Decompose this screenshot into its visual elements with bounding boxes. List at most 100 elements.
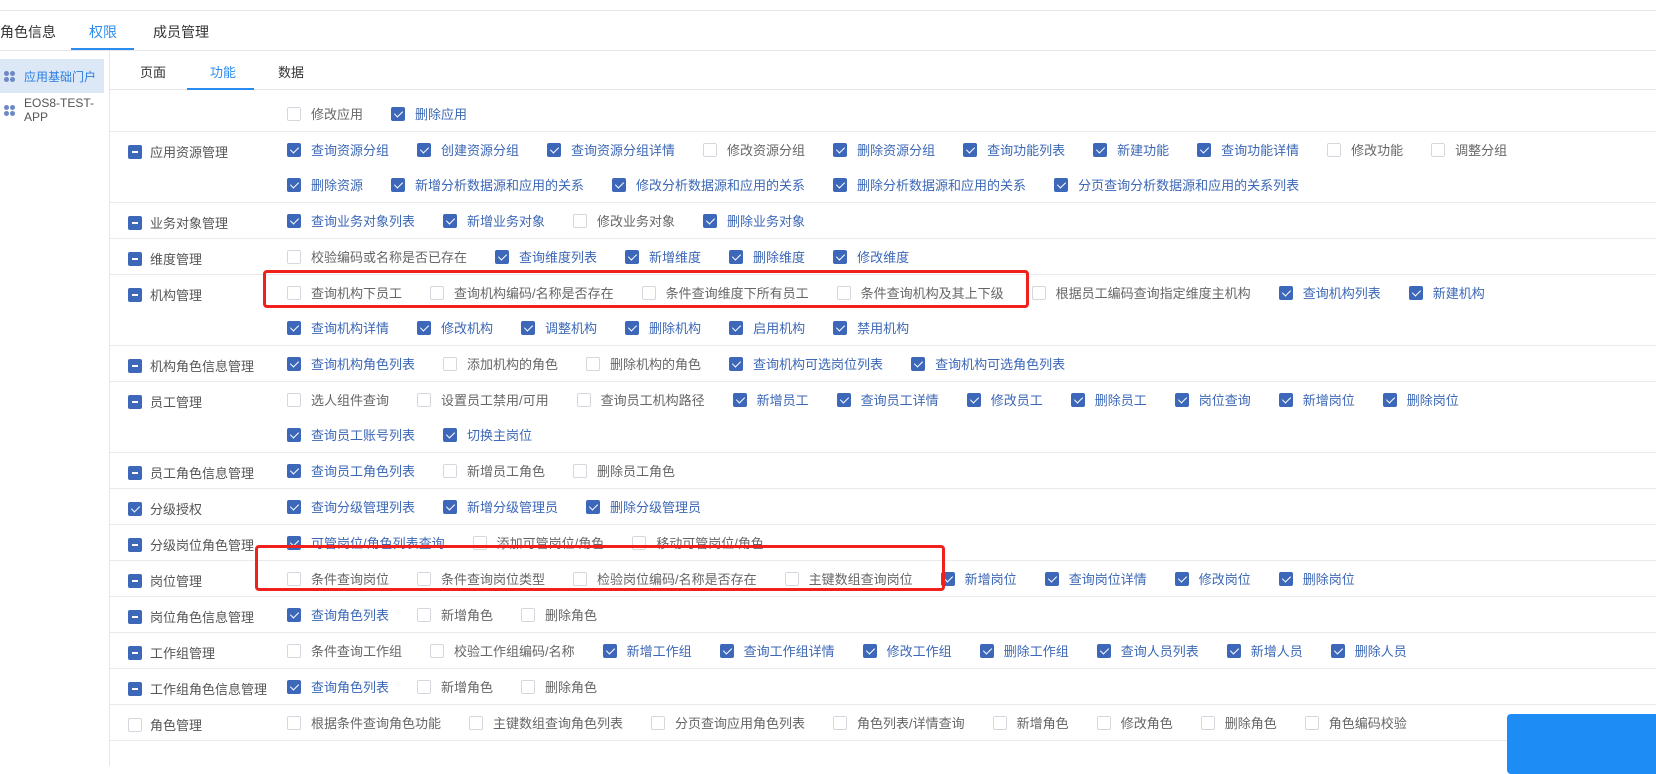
minus-checkbox-icon[interactable]: [128, 537, 142, 552]
checked-checkbox-icon[interactable]: [833, 177, 848, 192]
checked-checkbox-icon[interactable]: [1054, 177, 1069, 192]
empty-checkbox-icon[interactable]: [287, 285, 301, 300]
checked-checkbox-icon[interactable]: [287, 463, 301, 478]
subtab-function[interactable]: 功能: [210, 62, 236, 81]
permission-checkbox[interactable]: 查询角色列表: [287, 677, 389, 696]
permission-checkbox[interactable]: 分页查询分析数据源和应用的关系列表: [1054, 175, 1299, 194]
permission-checkbox[interactable]: 查询维度列表: [495, 247, 597, 266]
permission-checkbox[interactable]: 根据员工编码查询指定维度主机构: [1031, 283, 1251, 302]
permission-checkbox[interactable]: 修改工作组: [862, 641, 952, 660]
checked-checkbox-icon[interactable]: [612, 177, 627, 192]
permission-checkbox[interactable]: 修改分析数据源和应用的关系: [612, 175, 805, 194]
permission-checkbox[interactable]: 删除分级管理员: [586, 497, 701, 516]
checked-checkbox-icon[interactable]: [287, 679, 301, 694]
permission-checkbox[interactable]: 条件查询岗位类型: [417, 569, 545, 588]
minus-checkbox-icon[interactable]: [128, 215, 142, 230]
permission-checkbox[interactable]: 修改机构: [417, 318, 493, 337]
permission-checkbox[interactable]: 查询资源分组详情: [547, 140, 675, 159]
permission-checkbox[interactable]: 查询机构编码/名称是否存在: [430, 283, 614, 302]
empty-checkbox-icon[interactable]: [573, 213, 588, 228]
permission-checkbox[interactable]: 设置员工禁用/可用: [417, 390, 549, 409]
empty-checkbox-icon[interactable]: [576, 392, 591, 407]
permission-checkbox[interactable]: 新增分析数据源和应用的关系: [391, 175, 584, 194]
permission-checkbox[interactable]: 检验岗位编码/名称是否存在: [573, 569, 757, 588]
permission-checkbox[interactable]: 条件查询工作组: [287, 641, 402, 660]
permission-checkbox[interactable]: 主键数组查询岗位: [784, 569, 913, 588]
group-checkbox[interactable]: 应用资源管理: [128, 142, 228, 161]
permission-checkbox[interactable]: 条件查询岗位: [287, 569, 389, 588]
permission-checkbox[interactable]: 可管岗位/角色列表查询: [287, 533, 445, 552]
checked-checkbox-icon[interactable]: [287, 356, 301, 371]
checked-checkbox-icon[interactable]: [1044, 571, 1059, 586]
checked-checkbox-icon[interactable]: [443, 427, 458, 442]
minus-checkbox-icon[interactable]: [128, 287, 142, 302]
permission-checkbox[interactable]: 删除机构: [625, 318, 701, 337]
permission-checkbox[interactable]: 删除业务对象: [703, 211, 805, 230]
permission-checkbox[interactable]: 调整机构: [521, 318, 597, 337]
permission-checkbox[interactable]: 调整分组: [1431, 140, 1507, 159]
permission-checkbox[interactable]: 删除角色: [521, 605, 597, 624]
permission-checkbox[interactable]: 选人组件查询: [287, 390, 389, 409]
checked-checkbox-icon[interactable]: [287, 213, 301, 228]
floating-action-button[interactable]: [1507, 714, 1656, 774]
permission-checkbox[interactable]: 修改资源分组: [703, 140, 805, 159]
group-checkbox[interactable]: 分级岗位角色管理: [128, 535, 254, 554]
permission-checkbox[interactable]: 查询资源分组: [287, 140, 389, 159]
group-checkbox[interactable]: 机构管理: [128, 285, 202, 304]
permission-checkbox[interactable]: 查询工作组详情: [719, 641, 835, 660]
tab-member-management[interactable]: 成员管理: [153, 22, 209, 42]
empty-checkbox-icon[interactable]: [430, 285, 445, 300]
permission-checkbox[interactable]: 查询员工机构路径: [576, 390, 705, 409]
permission-checkbox[interactable]: 删除工作组: [979, 641, 1069, 660]
permission-checkbox[interactable]: 查询岗位详情: [1044, 569, 1147, 588]
checked-checkbox-icon[interactable]: [417, 320, 432, 335]
permission-checkbox[interactable]: 查询功能详情: [1197, 140, 1299, 159]
empty-checkbox-icon[interactable]: [641, 285, 656, 300]
checked-checkbox-icon[interactable]: [1070, 392, 1085, 407]
checked-checkbox-icon[interactable]: [1382, 392, 1397, 407]
permission-checkbox[interactable]: 查询机构列表: [1278, 283, 1381, 302]
checked-checkbox-icon[interactable]: [703, 213, 718, 228]
checked-checkbox-icon[interactable]: [1226, 643, 1241, 658]
permission-checkbox[interactable]: 删除资源: [287, 175, 363, 194]
checked-checkbox-icon[interactable]: [1093, 142, 1108, 157]
permission-checkbox[interactable]: 查询业务对象列表: [287, 211, 415, 230]
checked-checkbox-icon[interactable]: [940, 571, 955, 586]
group-checkbox[interactable]: 机构角色信息管理: [128, 356, 254, 375]
empty-checkbox-icon[interactable]: [1200, 715, 1215, 730]
sidebar-item-app-portal[interactable]: 应用基础门户: [0, 59, 104, 93]
group-checkbox[interactable]: 分级授权: [128, 499, 202, 518]
empty-checkbox-icon[interactable]: [443, 463, 458, 478]
checked-checkbox-icon[interactable]: [1174, 571, 1189, 586]
permission-checkbox[interactable]: 删除角色: [1200, 713, 1277, 732]
permission-checkbox[interactable]: 查询分级管理列表: [287, 497, 415, 516]
permission-checkbox[interactable]: 校验工作组编码/名称: [430, 641, 575, 660]
permission-checkbox[interactable]: 删除资源分组: [833, 140, 935, 159]
subtab-data[interactable]: 数据: [278, 62, 304, 81]
checked-checkbox-icon[interactable]: [521, 320, 536, 335]
empty-checkbox-icon[interactable]: [1031, 285, 1046, 300]
empty-checkbox-icon[interactable]: [287, 643, 301, 658]
permission-checkbox[interactable]: 移动可管岗位/角色: [632, 533, 764, 552]
sidebar-item-eos8-test-app[interactable]: EOS8-TEST-APP: [0, 93, 104, 127]
group-checkbox[interactable]: 角色管理: [128, 715, 202, 734]
empty-checkbox-icon[interactable]: [287, 571, 301, 586]
empty-checkbox-icon[interactable]: [586, 356, 601, 371]
checked-checkbox-icon[interactable]: [729, 356, 744, 371]
empty-checkbox-icon[interactable]: [1327, 142, 1342, 157]
checked-checkbox-icon[interactable]: [1096, 643, 1111, 658]
checked-checkbox-icon[interactable]: [729, 320, 744, 335]
permission-checkbox[interactable]: 岗位查询: [1174, 390, 1251, 409]
checked-checkbox-icon[interactable]: [391, 106, 406, 121]
minus-checkbox-icon[interactable]: [128, 465, 142, 480]
checked-checkbox-icon[interactable]: [625, 320, 640, 335]
permission-checkbox[interactable]: 删除应用: [391, 104, 467, 123]
checked-checkbox-icon[interactable]: [495, 249, 510, 264]
permission-checkbox[interactable]: 删除分析数据源和应用的关系: [833, 175, 1026, 194]
minus-checkbox-icon[interactable]: [128, 681, 142, 696]
permission-checkbox[interactable]: 禁用机构: [833, 318, 909, 337]
empty-checkbox-icon[interactable]: [1096, 715, 1111, 730]
checked-checkbox-icon[interactable]: [287, 320, 301, 335]
checked-checkbox-icon[interactable]: [287, 535, 301, 550]
minus-checkbox-icon[interactable]: [128, 609, 142, 624]
